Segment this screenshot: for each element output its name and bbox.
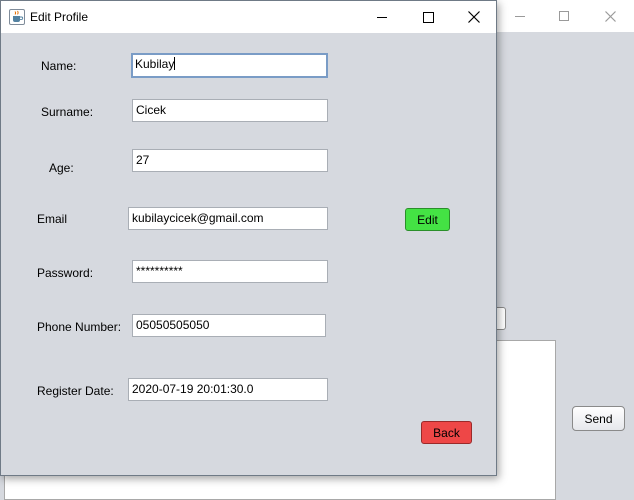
text-caret — [174, 57, 176, 70]
email-value: kubilaycicek@gmail.com — [132, 211, 264, 225]
age-field[interactable]: 27 — [132, 149, 328, 172]
password-label: Password: — [37, 266, 94, 280]
send-button[interactable]: Send — [572, 406, 625, 431]
age-value: 27 — [136, 153, 150, 167]
close-button[interactable] — [451, 1, 497, 33]
register-date-label: Register Date: — [37, 384, 114, 398]
close-icon — [468, 11, 480, 23]
background-minimize-button[interactable] — [497, 0, 543, 32]
password-field[interactable]: ********** — [132, 260, 328, 283]
maximize-button[interactable] — [405, 1, 451, 33]
dialog-title: Edit Profile — [30, 10, 89, 24]
phone-number-label: Phone Number: — [37, 320, 122, 334]
name-field[interactable]: Kubilay — [131, 53, 328, 78]
minimize-icon — [377, 16, 387, 18]
name-label: Name: — [41, 59, 77, 73]
email-field[interactable]: kubilaycicek@gmail.com — [128, 207, 328, 230]
register-date-field[interactable]: 2020-07-19 20:01:30.0 — [128, 378, 328, 401]
minimize-icon — [515, 15, 525, 17]
background-close-button[interactable] — [587, 0, 633, 32]
name-value: Kubilay — [135, 57, 175, 71]
edit-button[interactable]: Edit — [405, 208, 450, 231]
phone-number-value: 05050505050 — [136, 318, 210, 332]
password-value: ********** — [136, 264, 183, 278]
maximize-icon — [422, 11, 434, 23]
phone-number-field[interactable]: 05050505050 — [132, 314, 326, 337]
back-button[interactable]: Back — [421, 421, 472, 444]
edit-profile-dialog: Edit Profile Name: Kubilay Surname: Cice… — [0, 0, 497, 476]
register-date-value: 2020-07-19 20:01:30.0 — [132, 382, 254, 396]
close-icon — [604, 10, 616, 22]
java-cup-icon — [9, 9, 25, 25]
age-label: Age: — [49, 161, 74, 175]
surname-value: Cicek — [136, 103, 167, 117]
background-maximize-button[interactable] — [541, 0, 587, 32]
maximize-icon — [559, 11, 569, 21]
surname-field[interactable]: Cicek — [132, 99, 328, 122]
surname-label: Surname: — [41, 105, 94, 119]
email-label: Email — [37, 212, 68, 226]
dialog-titlebar: Edit Profile — [1, 1, 496, 33]
minimize-button[interactable] — [359, 1, 405, 33]
